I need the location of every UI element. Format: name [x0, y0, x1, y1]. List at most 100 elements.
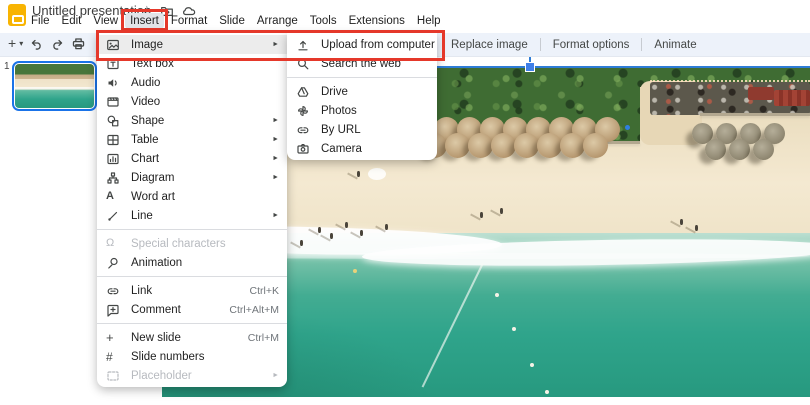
beach-person	[500, 208, 503, 214]
menubar-item-format[interactable]: Format	[166, 13, 212, 29]
beach-person	[318, 227, 321, 233]
replace-image-button[interactable]: Replace image	[441, 39, 538, 51]
hash-icon: #	[106, 349, 113, 364]
umbrella-row	[422, 133, 608, 158]
camera-icon	[296, 142, 321, 156]
menubar: File Edit View Insert Format Slide Arran…	[26, 9, 446, 31]
slide-thumbnail-1[interactable]	[12, 61, 97, 111]
submenu-arrow-icon: ►	[272, 174, 279, 181]
video-icon	[106, 95, 131, 109]
audio-icon	[106, 76, 131, 90]
table-icon	[106, 133, 131, 147]
submenu-item-search-the-web[interactable]: Search the web	[287, 54, 437, 73]
beach-person	[680, 219, 683, 225]
menubar-item-extensions[interactable]: Extensions	[344, 13, 410, 29]
submenu-item-by-url[interactable]: By URL	[287, 120, 437, 139]
image-icon	[106, 38, 131, 52]
buoy	[512, 327, 516, 331]
menubar-item-edit[interactable]: Edit	[57, 13, 87, 29]
menubar-item-insert[interactable]: Insert	[121, 9, 168, 31]
submenu-item-photos[interactable]: Photos	[287, 101, 437, 120]
submenu-arrow-icon: ►	[272, 155, 279, 162]
toolbar-divider	[539, 38, 541, 51]
text-box-icon	[106, 57, 131, 71]
animate-button[interactable]: Animate	[644, 39, 706, 51]
menu-item-image[interactable]: Image ►	[97, 35, 287, 54]
format-options-button[interactable]: Format options	[543, 39, 640, 51]
submenu-item-camera[interactable]: Camera	[287, 139, 437, 158]
menu-item-table[interactable]: Table ►	[97, 130, 287, 149]
link-icon	[106, 284, 131, 298]
shortcut: Ctrl+M	[247, 331, 279, 344]
menu-item-chart[interactable]: Chart ►	[97, 149, 287, 168]
undo-button[interactable]	[29, 36, 44, 51]
beach-person	[385, 224, 388, 230]
beach-person	[357, 171, 360, 177]
submenu-arrow-icon: ►	[272, 212, 279, 219]
menu-item-video[interactable]: Video	[97, 92, 287, 111]
chevron-down-icon: ▾	[19, 38, 24, 48]
insert-menu: Image ► Text box Audio Video Shape ► Tab…	[97, 33, 287, 387]
comment-icon	[106, 303, 131, 317]
print-button[interactable]	[71, 36, 86, 51]
submenu-arrow-icon: ►	[272, 41, 279, 48]
image-resize-handle[interactable]	[525, 62, 535, 72]
beach-person	[360, 230, 363, 236]
image-submenu: Upload from computer Search the web Driv…	[287, 33, 437, 160]
red-awning	[774, 90, 810, 106]
menubar-item-file[interactable]: File	[26, 13, 55, 29]
google-slides-window: 1 + ▾ Replace image Format options Anima…	[0, 0, 810, 405]
beach-person	[695, 225, 698, 231]
photos-icon	[296, 104, 321, 118]
menu-divider	[97, 229, 287, 230]
submenu-arrow-icon: ►	[272, 117, 279, 124]
menu-item-comment[interactable]: Comment Ctrl+Alt+M	[97, 300, 287, 319]
blue-cart	[625, 125, 630, 130]
menu-divider	[97, 276, 287, 277]
menu-item-line[interactable]: Line ►	[97, 206, 287, 225]
menubar-item-tools[interactable]: Tools	[305, 13, 342, 29]
submenu-arrow-icon: ►	[272, 136, 279, 143]
redo-button[interactable]	[50, 36, 65, 51]
buoy	[495, 293, 499, 297]
menu-item-placeholder[interactable]: Placeholder ►	[97, 366, 287, 385]
menu-item-animation[interactable]: Animation	[97, 253, 287, 272]
placeholder-icon	[106, 369, 131, 383]
menu-item-shape[interactable]: Shape ►	[97, 111, 287, 130]
shortcut: Ctrl+Alt+M	[229, 303, 279, 316]
string-lights	[650, 80, 810, 82]
menu-item-word-art[interactable]: A Word art	[97, 187, 287, 206]
beach-person	[480, 212, 483, 218]
menu-item-link[interactable]: Link Ctrl+K	[97, 281, 287, 300]
menubar-item-view[interactable]: View	[88, 13, 123, 29]
shortcut: Ctrl+K	[249, 284, 279, 297]
omega-icon: Ω	[106, 237, 115, 249]
menu-divider	[97, 323, 287, 324]
animation-icon	[106, 256, 131, 270]
menu-item-audio[interactable]: Audio	[97, 73, 287, 92]
submenu-item-drive[interactable]: Drive	[287, 82, 437, 101]
slide-number: 1	[4, 61, 10, 72]
menubar-item-help[interactable]: Help	[412, 13, 446, 29]
menu-item-new-slide[interactable]: + New slide Ctrl+M	[97, 328, 287, 347]
menu-item-slide-numbers[interactable]: # Slide numbers	[97, 347, 287, 366]
toolbar-divider	[641, 38, 643, 51]
menubar-item-slide[interactable]: Slide	[214, 13, 250, 29]
search-icon	[296, 57, 321, 71]
menu-item-text-box[interactable]: Text box	[97, 54, 287, 73]
menubar-item-arrange[interactable]: Arrange	[252, 13, 303, 29]
submenu-item-upload-from-computer[interactable]: Upload from computer	[287, 35, 437, 54]
beach-person	[345, 222, 348, 228]
plus-icon: +	[106, 330, 114, 345]
menu-item-diagram[interactable]: Diagram ►	[97, 168, 287, 187]
menu-item-special-characters[interactable]: Ω Special characters	[97, 234, 287, 253]
submenu-arrow-icon: ►	[272, 372, 279, 379]
plus-icon: +	[8, 35, 17, 51]
chart-icon	[106, 152, 131, 166]
beach-person	[330, 233, 333, 239]
drive-icon	[296, 85, 321, 99]
slides-logo-icon[interactable]	[8, 4, 26, 26]
filmstrip-panel: 1	[0, 57, 100, 405]
link-icon	[296, 123, 321, 137]
new-slide-button[interactable]: + ▾	[8, 35, 23, 51]
